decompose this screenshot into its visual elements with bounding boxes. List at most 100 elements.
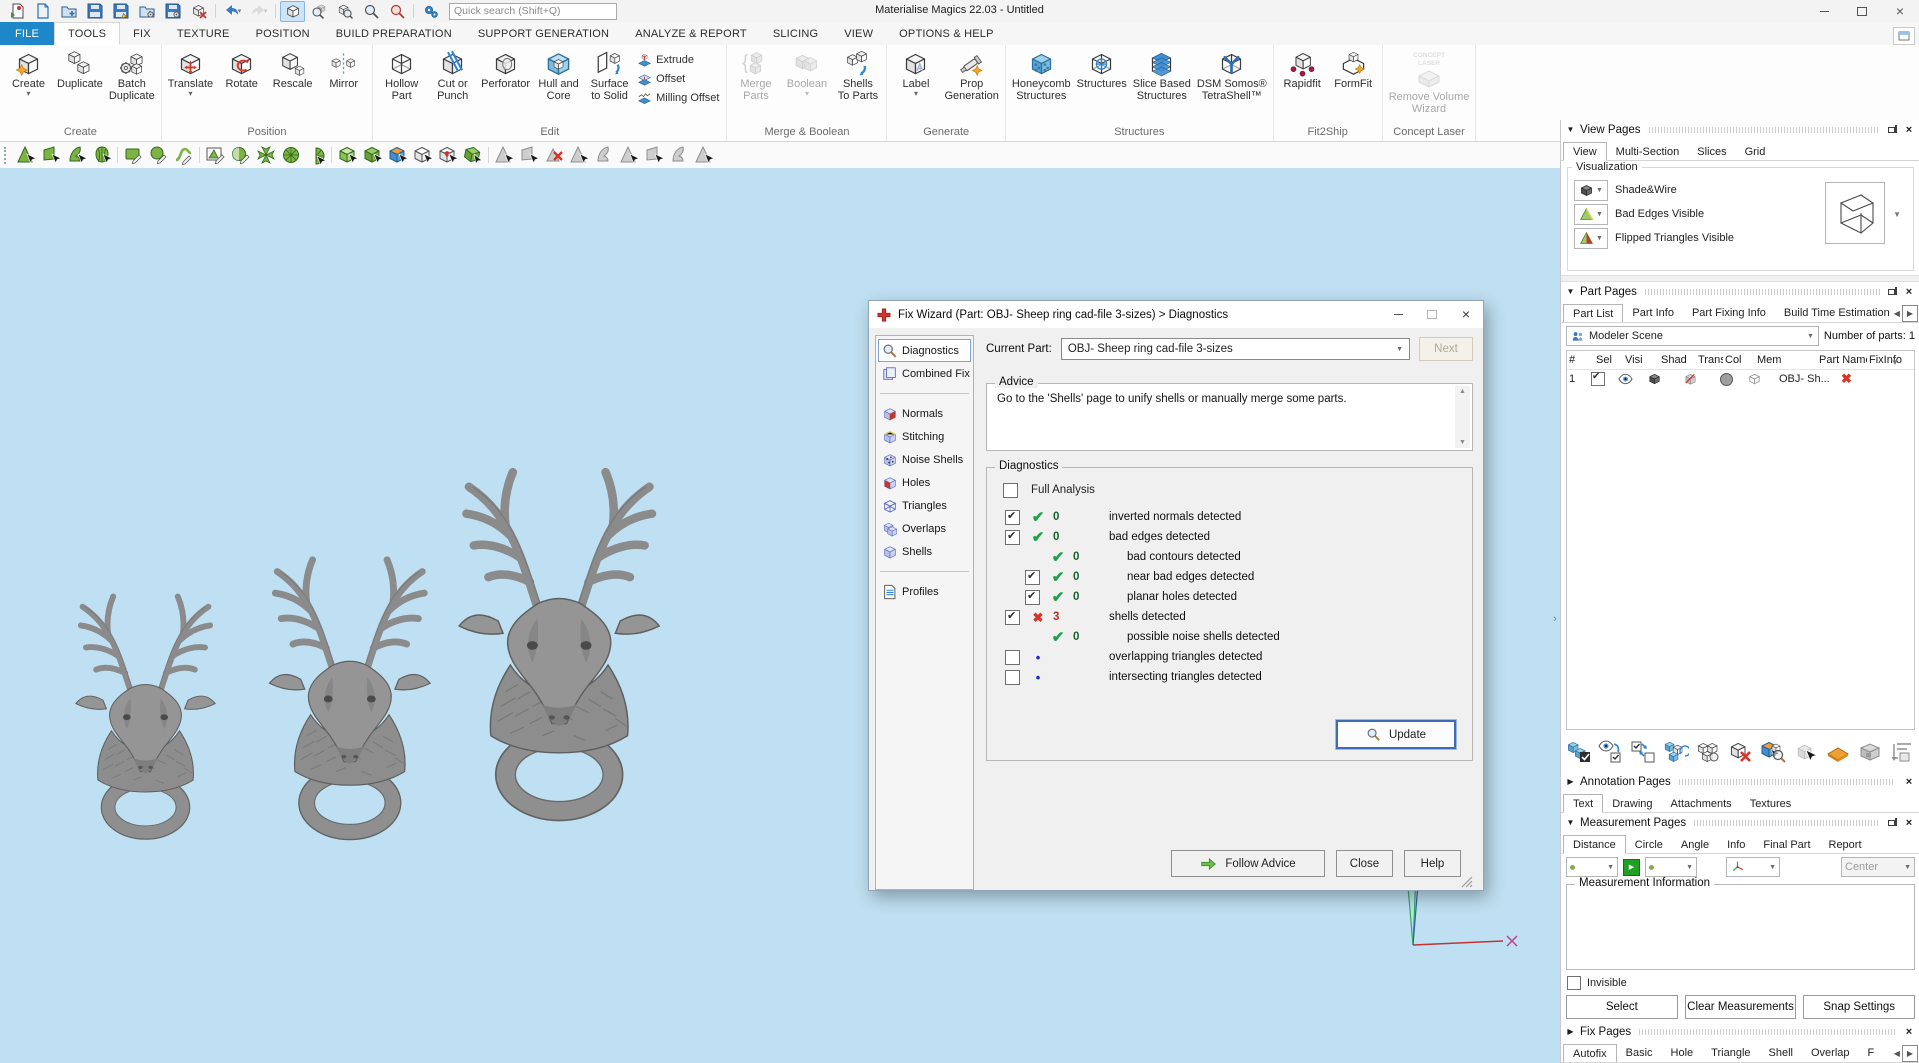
platform-icon[interactable] [1823, 738, 1852, 766]
tab-distance[interactable]: Distance [1563, 835, 1626, 854]
dialog-close-button[interactable] [1449, 301, 1483, 328]
menu-texture[interactable]: TEXTURE [164, 22, 243, 45]
duplicate-button[interactable]: Duplicate [54, 48, 106, 90]
deselect-all-parts-icon[interactable] [1629, 738, 1658, 766]
diagnostic-checkbox[interactable] [1005, 610, 1020, 625]
column-header[interactable]: Sel [1594, 354, 1623, 366]
rapidfit-button[interactable]: Rapidfit [1277, 48, 1328, 90]
transparency-icon[interactable] [1683, 372, 1698, 386]
tab-report[interactable]: Report [1820, 836, 1871, 853]
unmark-plane-icon[interactable] [517, 144, 542, 167]
column-header[interactable]: Trans [1696, 354, 1723, 366]
collapse-arrow-icon[interactable]: ▼ [1566, 287, 1575, 296]
slice-based-structures-button[interactable]: Slice Based Structures [1130, 48, 1194, 103]
nav-combined-fix[interactable]: Combined Fix [878, 362, 971, 385]
clear-marking-icon[interactable] [542, 144, 567, 167]
minimize-button[interactable] [1805, 0, 1843, 22]
tab-hole[interactable]: Hole [1662, 1044, 1703, 1062]
tab-f-clipped[interactable]: F [1859, 1044, 1884, 1062]
advice-scrollbar[interactable]: ▲ ▼ [1455, 386, 1470, 448]
full-analysis-checkbox[interactable] [1003, 483, 1018, 498]
tab-angle[interactable]: Angle [1672, 836, 1718, 853]
tab-part-info[interactable]: Part Info [1623, 304, 1683, 322]
close-button[interactable] [1881, 0, 1919, 22]
diagnostic-checkbox[interactable] [1005, 530, 1020, 545]
zoom-off-icon[interactable] [384, 1, 409, 22]
mark-surface-icon[interactable] [64, 144, 89, 167]
tab-triangle[interactable]: Triangle [1702, 1044, 1759, 1062]
tab-slices[interactable]: Slices [1688, 143, 1735, 160]
extrude-button[interactable]: Extrude [637, 51, 719, 69]
tab-final-part[interactable]: Final Part [1754, 836, 1819, 853]
view-cube-icon[interactable] [332, 1, 357, 22]
tab-basic[interactable]: Basic [1617, 1044, 1662, 1062]
dialog-resize-grip[interactable] [1461, 876, 1473, 888]
collapse-arrow-icon[interactable]: ▼ [1566, 818, 1575, 827]
close-panel-icon[interactable] [1903, 776, 1915, 788]
tab-part-list[interactable]: Part List [1563, 304, 1623, 322]
nav-noise-shells[interactable]: Noise Shells [878, 448, 971, 471]
menu-view[interactable]: VIEW [831, 22, 886, 45]
mark-rectangle-icon[interactable] [121, 144, 146, 167]
invisible-checkbox[interactable] [1567, 976, 1581, 990]
menu-build-preparation[interactable]: BUILD PREPARATION [323, 22, 465, 45]
unmark-shell-icon[interactable] [592, 144, 617, 167]
menu-options-help[interactable]: OPTIONS & HELP [886, 22, 1007, 45]
mark-fan-icon[interactable] [303, 144, 328, 167]
diagnostic-checkbox[interactable] [1025, 570, 1040, 585]
select-core-icon[interactable] [435, 144, 460, 167]
surface-to-solid-button[interactable]: Surface to Solid [584, 48, 635, 103]
tab-text[interactable]: Text [1563, 794, 1603, 813]
save-platform-icon[interactable] [160, 1, 185, 22]
hollow-part-button[interactable]: Hollow Part [376, 48, 427, 103]
tab-drawing[interactable]: Drawing [1603, 795, 1661, 812]
unmark-surface-icon[interactable] [567, 144, 592, 167]
snap-settings-button[interactable]: Snap Settings [1803, 995, 1915, 1019]
point-mode-select-2[interactable]: ▼ [1645, 857, 1697, 877]
mark-ellipse-icon[interactable] [146, 144, 171, 167]
diagnostic-checkbox[interactable] [1005, 670, 1020, 685]
unmark-window-icon[interactable] [617, 144, 642, 167]
part-name[interactable]: OBJ- Sh... [1777, 373, 1839, 385]
nav-stitching[interactable]: Stitching [878, 425, 971, 448]
mark-window-triangles-icon[interactable] [203, 144, 228, 167]
cut-or-punch-button[interactable]: Cut or Punch [427, 48, 478, 103]
minimize-ribbon-button[interactable] [1893, 27, 1915, 45]
select-marked-part-icon[interactable] [460, 144, 485, 167]
structures-button[interactable]: Structures [1074, 48, 1130, 90]
expand-arrow-icon[interactable]: ▶ [1566, 777, 1575, 786]
load-platform-icon[interactable] [134, 1, 159, 22]
import-part-icon[interactable] [4, 1, 29, 22]
tab-scroll-right-icon[interactable]: ▶ [1902, 1045, 1918, 1062]
tab-info[interactable]: Info [1718, 836, 1754, 853]
menu-slicing[interactable]: SLICING [760, 22, 831, 45]
part-row[interactable]: 1 OBJ- Sh... [1567, 370, 1914, 388]
prop-generation-button[interactable]: Prop Generation [941, 48, 1001, 103]
part-tools-icon[interactable] [1791, 738, 1820, 766]
flipped-triangles-button[interactable]: ▼ [1574, 228, 1608, 249]
hull-and-core-button[interactable]: Hull and Core [533, 48, 584, 103]
tab-circle[interactable]: Circle [1626, 836, 1672, 853]
scene-select[interactable]: Modeler Scene ▼ [1566, 326, 1819, 346]
scroll-down-icon[interactable]: ▼ [1459, 439, 1466, 446]
mark-shell-icon[interactable] [89, 144, 114, 167]
column-header[interactable]: # [1567, 354, 1594, 366]
menu-analyze-report[interactable]: ANALYZE & REPORT [622, 22, 760, 45]
label-button[interactable]: Label [890, 48, 941, 98]
pin-icon[interactable] [1888, 287, 1898, 296]
mark-triangle-icon[interactable] [14, 144, 39, 167]
measure-play-button[interactable]: ▶ [1623, 859, 1640, 876]
column-header[interactable]: Mem [1755, 354, 1817, 366]
mark-freeform-icon[interactable] [171, 144, 196, 167]
model-sheep-ring-medium[interactable] [269, 560, 430, 840]
quick-search-input[interactable] [449, 3, 617, 20]
offset-button[interactable]: Offset [637, 70, 719, 88]
clear-measurements-button[interactable]: Clear Measurements [1685, 995, 1797, 1019]
machine-properties-icon[interactable] [1855, 738, 1884, 766]
column-header[interactable]: Shad [1659, 354, 1696, 366]
pin-icon[interactable] [1888, 125, 1898, 134]
color-swatch[interactable] [1720, 373, 1733, 386]
shade-mode-icon[interactable] [1647, 372, 1662, 386]
menu-fix[interactable]: FIX [120, 22, 164, 45]
select-button[interactable]: Select [1566, 995, 1678, 1019]
